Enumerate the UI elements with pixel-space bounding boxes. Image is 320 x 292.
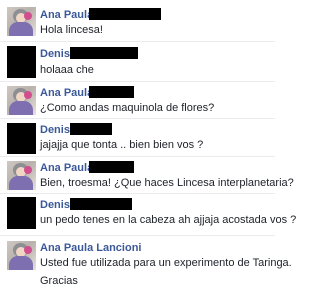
message-text: Hola lincesa! <box>40 24 103 36</box>
redacted-surname <box>89 161 134 173</box>
redacted-surname <box>70 47 138 59</box>
sender-name[interactable]: Denis <box>40 48 70 60</box>
chat-message: Ana Paula ¿Como andas maquinola de flore… <box>0 82 275 119</box>
sender-name[interactable]: Ana Paula Lancioni <box>40 242 141 254</box>
avatar-ana-paula[interactable] <box>7 161 36 190</box>
redacted-surname <box>70 198 132 210</box>
chat-message: Ana Paula Bien, troesma! ¿Que haces Linc… <box>0 157 294 194</box>
avatar-denis[interactable] <box>7 46 36 78</box>
chat-message: Denis un pedo tenes en la cabeza ah ajja… <box>0 194 296 236</box>
chat-message: Denis holaaa che <box>0 42 275 82</box>
sender-name[interactable]: Ana Paula <box>40 162 93 174</box>
chat-message: Denis jajajja que tonta .. bien bien vos… <box>0 119 275 157</box>
chat-message: Ana Paula Hola lincesa! <box>0 0 275 42</box>
message-text: jajajja que tonta .. bien bien vos ? <box>40 139 204 151</box>
redacted-surname <box>89 86 134 98</box>
avatar-denis[interactable] <box>7 123 36 154</box>
avatar-denis[interactable] <box>7 197 36 229</box>
redacted-surname <box>70 123 112 135</box>
sender-name[interactable]: Ana Paula <box>40 9 93 21</box>
message-text: Gracias <box>40 275 78 287</box>
message-text: ¿Como andas maquinola de flores? <box>40 102 215 114</box>
avatar-ana-paula[interactable] <box>7 86 36 115</box>
sender-name[interactable]: Ana Paula <box>40 87 93 99</box>
chat-conversation: Ana Paula Hola lincesa! Denis holaaa che… <box>0 0 296 292</box>
chat-message: Ana Paula Lancioni Usted fue utilizada p… <box>0 236 292 292</box>
avatar-ana-paula[interactable] <box>7 7 36 36</box>
message-text: Bien, troesma! ¿Que haces Lincesa interp… <box>40 177 294 189</box>
sender-name[interactable]: Denis <box>40 199 70 211</box>
avatar-ana-paula[interactable] <box>7 241 36 270</box>
sender-name[interactable]: Denis <box>40 124 70 136</box>
message-text: un pedo tenes en la cabeza ah ajjaja aco… <box>40 214 297 226</box>
message-text: Usted fue utilizada para un experimento … <box>40 257 292 269</box>
redacted-surname <box>89 8 161 20</box>
message-text: holaaa che <box>40 64 94 76</box>
